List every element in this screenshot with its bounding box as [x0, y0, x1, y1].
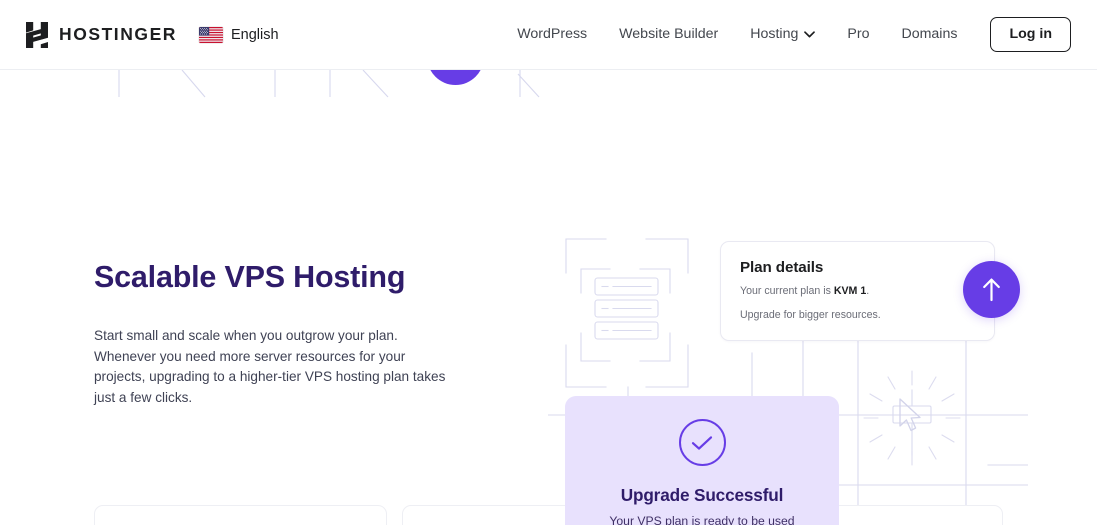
hero-description: Start small and scale when you outgrow y… [94, 327, 446, 405]
us-flag-icon [198, 26, 223, 43]
hostinger-h-logo-icon [26, 21, 48, 48]
upgrade-successful-card: Upgrade Successful Your VPS plan is read… [565, 396, 839, 525]
nav-label: Website Builder [619, 26, 719, 43]
chevron-down-icon [804, 31, 816, 38]
brand-logo[interactable]: HOSTINGER [26, 21, 177, 48]
vps-upgrade-illustration: Plan details Your current plan is KVM 1.… [548, 165, 1028, 525]
plan-line-prefix: Your current plan is [740, 285, 834, 297]
next-card-1[interactable] [94, 505, 387, 525]
next-section-cards [0, 503, 1097, 525]
arrow-up-icon [983, 278, 1000, 302]
nav-item-hosting[interactable]: Hosting [734, 26, 831, 42]
nav-item-website-builder[interactable]: Website Builder [603, 26, 734, 42]
language-selector[interactable]: English [198, 26, 279, 43]
login-button[interactable]: Log in [990, 16, 1071, 53]
page-title: Scalable VPS Hosting [94, 260, 406, 294]
upgrade-arrow-button[interactable] [963, 261, 1020, 318]
nav-item-domains[interactable]: Domains [885, 26, 973, 42]
plan-line-suffix: . [866, 285, 870, 297]
site-header: HOSTINGER English WordPress Website Buil… [0, 0, 1097, 70]
plan-details-line-1: Your current plan is KVM 1. [740, 283, 975, 300]
nav-label: Hosting [750, 26, 799, 43]
nav-label: Domains [901, 26, 958, 43]
plan-name: KVM 1 [833, 285, 867, 297]
plan-details-title: Plan details [740, 259, 824, 276]
primary-nav: WordPress Website Builder Hosting Pro Do… [501, 16, 1071, 53]
page-root: HOSTINGER English WordPress Website Buil… [0, 0, 1097, 525]
language-label: English [230, 26, 279, 43]
logo-wordmark: HOSTINGER [59, 24, 177, 44]
nav-label: WordPress [517, 26, 588, 43]
hero-section: Scalable VPS Hosting Start small and sca… [0, 70, 1097, 525]
nav-item-pro[interactable]: Pro [831, 26, 885, 42]
plan-details-line-2: Upgrade for bigger resources. [740, 308, 881, 321]
plan-details-card[interactable]: Plan details Your current plan is KVM 1.… [720, 241, 1020, 341]
check-circle-icon [678, 419, 726, 466]
check-mark-icon [691, 435, 713, 450]
nav-label: Pro [847, 26, 870, 43]
upgrade-success-title: Upgrade Successful [620, 485, 784, 505]
nav-item-wordpress[interactable]: WordPress [501, 26, 603, 42]
overflow-wireframe [118, 70, 540, 98]
hero-copy: Scalable VPS Hosting Start small and sca… [94, 260, 469, 409]
upgrade-success-subtitle: Your VPS plan is ready to be used [609, 514, 795, 525]
previous-section-overflow [0, 70, 1097, 98]
